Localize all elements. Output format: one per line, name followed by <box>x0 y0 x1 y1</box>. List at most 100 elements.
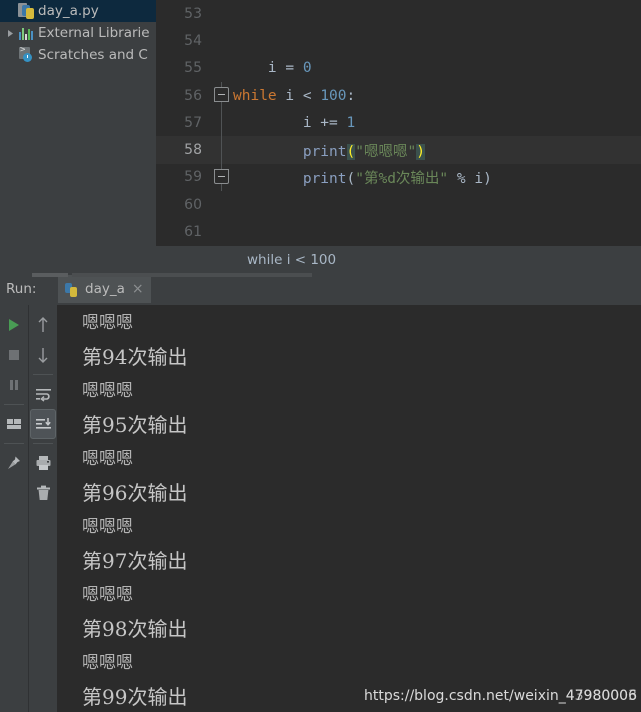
code-token: % <box>448 170 475 187</box>
code-line[interactable]: 59 print("第%d次输出" % i) <box>156 163 641 192</box>
code-line[interactable]: 54 <box>156 27 641 54</box>
fold-gutter[interactable] <box>211 191 233 218</box>
code-token: "嗯嗯嗯" <box>355 143 417 160</box>
breadcrumb[interactable]: while i < 100 <box>247 252 336 268</box>
code-lines[interactable]: 53 54 55 i = 0 56 while i < 100: 57 i += 1 58 … <box>156 0 641 246</box>
tree-item-scratches-and-consoles[interactable]: Scratches and C <box>0 44 156 66</box>
code-line[interactable]: 55 i = 0 <box>156 55 641 82</box>
run-header: Run: day_a × <box>0 273 641 305</box>
arrow-up-icon <box>38 317 48 332</box>
scratches-consoles-icon <box>17 45 35 64</box>
line-number: 54 <box>184 32 202 49</box>
code-line[interactable]: 58 print("嗯嗯嗯") <box>156 136 641 164</box>
console-line: 第94次输出 <box>82 345 188 369</box>
fold-gutter[interactable] <box>211 0 233 27</box>
code-line[interactable]: 56 while i < 100: <box>156 81 641 110</box>
fold-end-icon[interactable] <box>214 168 229 184</box>
fold-gutter[interactable] <box>211 109 233 137</box>
horizontal-scrollbar-track[interactable] <box>72 273 312 277</box>
line-number: 58 <box>184 142 202 159</box>
code-token: 100 <box>320 87 347 104</box>
fold-guide-line <box>221 109 222 137</box>
code-token: += <box>311 114 347 131</box>
code-token: i <box>302 114 312 131</box>
code-token: ( <box>346 170 356 187</box>
down-button[interactable] <box>30 340 56 370</box>
close-icon[interactable]: × <box>132 282 144 296</box>
fold-collapse-icon[interactable] <box>214 86 229 102</box>
console-line: 第96次输出 <box>82 481 188 505</box>
console-line: 嗯嗯嗯 <box>82 313 133 333</box>
soft-wrap-button[interactable] <box>30 379 56 409</box>
code-token: : <box>346 87 356 104</box>
code-line[interactable]: 60 <box>156 191 641 218</box>
code-token: ( <box>346 143 356 160</box>
fold-gutter[interactable] <box>211 55 233 82</box>
rerun-button[interactable] <box>1 310 27 340</box>
tree-item-day-a-py[interactable]: day_a.py <box>0 0 156 22</box>
code-token: 1 <box>346 114 356 131</box>
line-number: 60 <box>184 196 202 213</box>
stop-icon <box>9 350 19 360</box>
code-token: print <box>302 170 347 187</box>
layout-icon <box>7 419 21 429</box>
toolbar-separator <box>4 443 24 444</box>
code-text: i += 1 <box>233 115 355 131</box>
code-line[interactable]: 53 <box>156 0 641 27</box>
fold-gutter[interactable] <box>211 27 233 54</box>
fold-gutter[interactable] <box>211 218 233 245</box>
fold-gutter[interactable] <box>211 81 233 110</box>
console-line: 第97次输出 <box>82 549 188 573</box>
code-token: = <box>276 60 303 77</box>
line-number: 53 <box>184 5 202 22</box>
printer-icon <box>36 456 50 470</box>
pin-button[interactable] <box>1 448 27 478</box>
line-number: 61 <box>184 224 202 241</box>
code-token: while <box>233 87 277 104</box>
code-token: i <box>474 170 484 187</box>
python-file-icon <box>17 2 35 20</box>
pause-button[interactable] <box>1 370 27 400</box>
print-button[interactable] <box>30 448 56 478</box>
run-label: Run: <box>6 281 37 297</box>
breadcrumb-bar: while i < 100 <box>156 246 641 273</box>
fold-gutter[interactable] <box>211 136 233 164</box>
watermark: https://blog.csdn.net/weixin_47980006 43… <box>364 688 637 704</box>
fold-guide-line <box>221 136 222 164</box>
line-number: 59 <box>184 169 202 186</box>
chevron-right-icon[interactable] <box>4 22 17 44</box>
scroll-to-end-icon <box>35 417 51 429</box>
run-tool-window: Run: day_a × 嗯嗯嗯 第94次输出 嗯嗯嗯 第95次输出 嗯嗯嗯 第… <box>0 273 641 712</box>
console-output[interactable]: 嗯嗯嗯 第94次输出 嗯嗯嗯 第95次输出 嗯嗯嗯 第96次输出 嗯嗯嗯 第97次输出 嗯嗯嗯第… <box>57 305 641 712</box>
scroll-to-end-button[interactable] <box>30 409 56 439</box>
console-line: 嗯嗯嗯 <box>82 585 133 605</box>
tree-item-label: day_a.py <box>38 3 99 19</box>
tree-item-label: Scratches and C <box>38 47 148 63</box>
code-token: 0 <box>302 60 312 77</box>
tree-item-external-libraries[interactable]: External Librarie <box>0 22 156 44</box>
code-line[interactable]: 57 i += 1 <box>156 109 641 137</box>
run-tab-day-a[interactable]: day_a × <box>58 275 151 303</box>
layout-button[interactable] <box>1 409 27 439</box>
stop-button[interactable] <box>1 340 27 370</box>
play-icon <box>9 319 19 331</box>
code-editor[interactable]: 53 54 55 i = 0 56 while i < 100: 57 i += 1 58 … <box>156 0 641 273</box>
run-tab-label: day_a <box>85 281 125 297</box>
console-line: 嗯嗯嗯 <box>82 449 133 469</box>
console-line: 第95次输出 <box>82 413 188 437</box>
pause-icon <box>10 380 18 390</box>
pycharm-window: day_a.py External Librarie > Scratches a… <box>0 0 641 712</box>
clear-all-button[interactable] <box>30 478 56 508</box>
code-token: < <box>302 87 312 104</box>
up-button[interactable] <box>30 310 56 340</box>
fold-gutter[interactable] <box>211 163 233 192</box>
console-line: 第98次输出 <box>82 617 188 641</box>
console-line: 嗯嗯嗯 <box>82 381 133 401</box>
code-line[interactable]: 61 <box>156 218 641 245</box>
run-toolbar-primary <box>0 305 28 712</box>
horizontal-scrollbar-left[interactable] <box>32 273 68 277</box>
watermark-overlay: 43980003 <box>565 688 637 704</box>
